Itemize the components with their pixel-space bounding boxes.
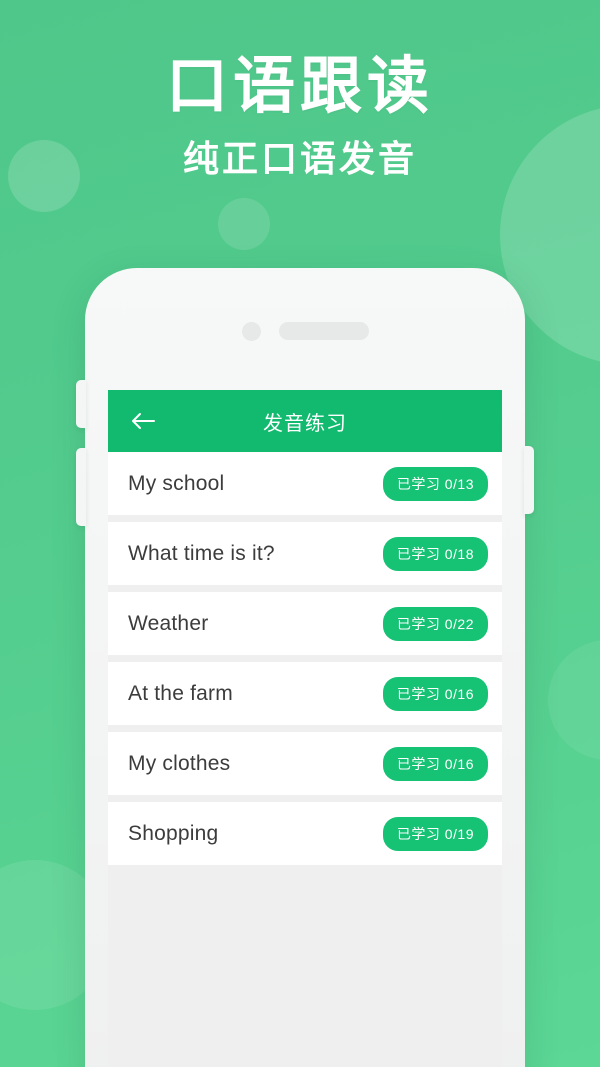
lesson-row[interactable]: What time is it? 已学习 0/18 (108, 522, 502, 585)
lesson-title: Shopping (128, 821, 219, 845)
lesson-row[interactable]: Shopping 已学习 0/19 (108, 802, 502, 865)
volume-up-button[interactable] (76, 380, 86, 428)
lesson-progress-badge: 已学习 0/22 (382, 606, 488, 641)
power-button[interactable] (524, 446, 534, 514)
lesson-row[interactable]: Weather 已学习 0/22 (108, 592, 502, 655)
decorative-circle-right-low (548, 640, 600, 760)
lesson-title: At the farm (128, 681, 233, 705)
phone-top-hardware (85, 318, 525, 344)
phone-mockup: 发音练习 My school 已学习 0/13 What time is it? 已学… (76, 268, 534, 1067)
phone-screen: 发音练习 My school 已学习 0/13 What time is it? 已学… (108, 390, 502, 1067)
promo-screenshot: 口语跟读 纯正口语发音 发音练习 My school 已学习 0/13 What t… (0, 0, 600, 1067)
lesson-progress-badge: 已学习 0/16 (382, 676, 488, 711)
lesson-row[interactable]: My school 已学习 0/13 (108, 452, 502, 515)
lesson-progress-badge: 已学习 0/13 (382, 466, 488, 501)
back-arrow-icon[interactable] (126, 404, 160, 438)
lesson-title: Weather (128, 611, 209, 635)
lesson-row[interactable]: At the farm 已学习 0/16 (108, 662, 502, 725)
volume-down-button[interactable] (76, 448, 86, 526)
promo-subtitle: 纯正口语发音 (182, 138, 417, 179)
lesson-row[interactable]: My clothes 已学习 0/16 (108, 732, 502, 795)
lesson-title: What time is it? (128, 541, 275, 565)
lesson-progress-badge: 已学习 0/16 (382, 746, 488, 781)
lesson-title: My school (128, 471, 225, 495)
lesson-progress-badge: 已学习 0/18 (382, 536, 488, 571)
page-title: 发音练习 (263, 412, 347, 435)
decorative-circle-center (218, 198, 270, 250)
lesson-progress-badge: 已学习 0/19 (382, 816, 488, 851)
lesson-title: My clothes (128, 751, 231, 775)
camera-dot-icon (241, 321, 261, 341)
speaker-grille-icon (278, 322, 369, 340)
app-header: 发音练习 (108, 390, 502, 452)
promo-headline-block: 口语跟读 纯正口语发音 (0, 52, 600, 182)
promo-title: 口语跟读 (165, 52, 434, 121)
lesson-list: My school 已学习 0/13 What time is it? 已学习 0/1… (108, 452, 502, 865)
